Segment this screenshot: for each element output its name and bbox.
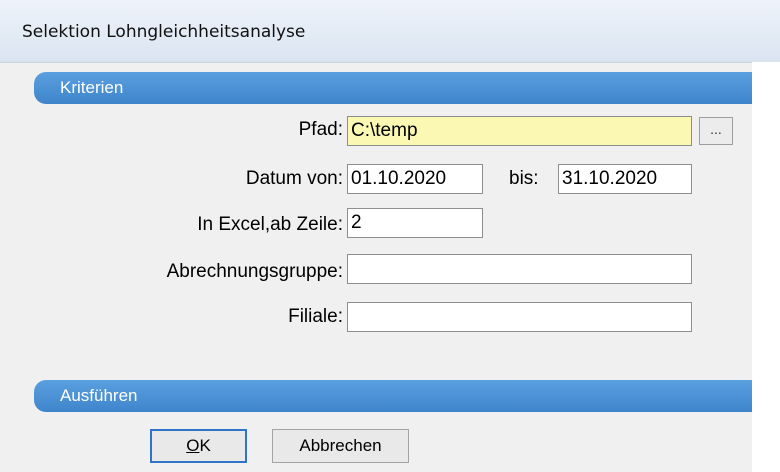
date-to-label: bis: xyxy=(509,168,539,189)
ok-accelerator: O xyxy=(186,436,200,455)
window-title: Selektion Lohngleichheitsanalyse xyxy=(22,22,306,42)
billing-group-input[interactable] xyxy=(347,254,692,284)
billing-group-label: Abrechnungsgruppe: xyxy=(166,261,343,282)
title-bar: Selektion Lohngleichheitsanalyse xyxy=(0,0,780,63)
path-input[interactable] xyxy=(347,116,692,146)
section-header-execute: Ausführen xyxy=(34,380,752,412)
branch-label: Filiale: xyxy=(288,306,343,327)
excel-row-input[interactable] xyxy=(347,208,483,238)
excel-row-label: In Excel,ab Zeile: xyxy=(197,214,343,235)
date-from-label: Datum von: xyxy=(245,168,343,189)
branch-input[interactable] xyxy=(347,302,692,332)
cancel-button[interactable]: Abbrechen xyxy=(272,429,409,463)
dialog-window: Selektion Lohngleichheitsanalyse Kriteri… xyxy=(0,0,780,472)
path-label: Pfad: xyxy=(298,119,343,140)
browse-button[interactable]: ... xyxy=(699,117,733,145)
date-to-input[interactable] xyxy=(558,164,692,194)
date-from-input[interactable] xyxy=(347,164,483,194)
section-title-execute: Ausführen xyxy=(60,386,138,405)
ok-button[interactable]: OK xyxy=(150,429,247,463)
ok-label-rest: K xyxy=(199,436,211,455)
section-header-criteria: Kriterien xyxy=(34,72,752,104)
window-edge xyxy=(752,62,780,472)
section-title-criteria: Kriterien xyxy=(60,78,124,97)
